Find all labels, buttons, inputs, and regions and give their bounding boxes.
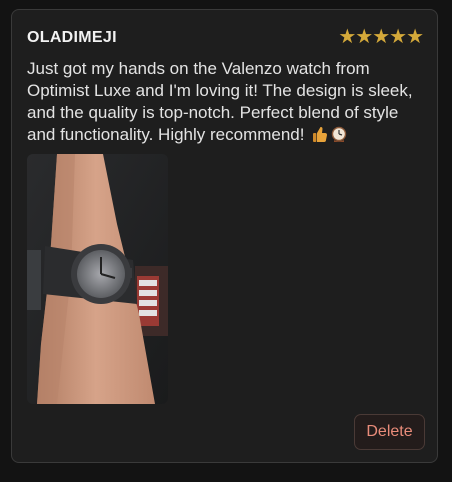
star-icon: ★ [355,26,373,48]
delete-button[interactable]: Delete [354,414,425,450]
review-body: Just got my hands on the Valenzo watch f… [27,58,427,149]
thumbs-up-icon [312,126,328,149]
review-card: OLADIMEJI ★ ★ ★ ★ ★ Just got my hands on… [11,9,438,463]
star-icon: ★ [338,26,356,48]
star-rating: ★ ★ ★ ★ ★ [338,26,424,48]
watch-icon [330,126,348,149]
reviewer-name: OLADIMEJI [27,29,117,46]
star-icon: ★ [389,26,407,48]
star-icon: ★ [406,26,424,48]
star-icon: ★ [372,26,390,48]
review-text: Just got my hands on the Valenzo watch f… [27,59,413,144]
review-photo[interactable] [27,154,168,404]
